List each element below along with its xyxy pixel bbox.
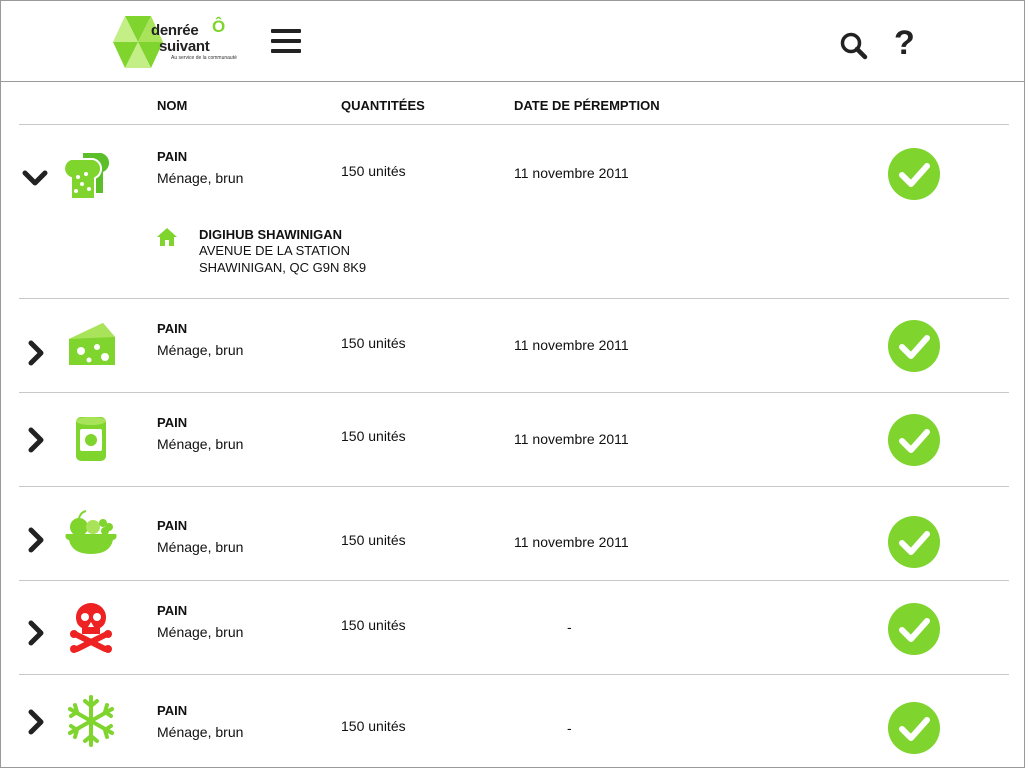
- help-icon[interactable]: ?: [894, 25, 918, 61]
- table-row[interactable]: PAIN Ménage, brun 150 unités 11 novembre…: [1, 487, 1024, 580]
- search-icon[interactable]: [839, 31, 869, 61]
- chevron-right-icon[interactable]: [21, 526, 51, 556]
- top-bar: denrée Ô suivant Au service de la commun…: [1, 1, 1024, 82]
- chevron-right-icon[interactable]: [21, 708, 51, 738]
- bread-icon: [63, 153, 110, 199]
- item-name: PAIN: [157, 149, 188, 164]
- can-icon: [76, 417, 106, 461]
- check-circle-icon[interactable]: [887, 413, 941, 467]
- app-frame: denrée Ô suivant Au service de la commun…: [0, 0, 1025, 768]
- address-name: DIGIHUB SHAWINIGAN: [199, 227, 342, 242]
- item-quantity: 150 unités: [341, 617, 406, 633]
- table-row[interactable]: PAIN Ménage, brun 150 unités 11 novembre…: [1, 125, 1024, 298]
- hamburger-menu-icon[interactable]: [271, 29, 305, 61]
- chevron-right-icon[interactable]: [21, 426, 51, 456]
- item-expiry-date: -: [567, 720, 572, 736]
- item-expiry-date: 11 novembre 2011: [514, 534, 629, 550]
- item-quantity: 150 unités: [341, 532, 406, 548]
- item-description: Ménage, brun: [157, 539, 244, 555]
- item-description: Ménage, brun: [157, 170, 244, 186]
- logo-tagline: Au service de la communauté: [171, 55, 237, 61]
- table-row[interactable]: PAIN Ménage, brun 150 unités -: [1, 581, 1024, 674]
- item-description: Ménage, brun: [157, 624, 244, 640]
- check-circle-icon[interactable]: [887, 147, 941, 201]
- address-city: SHAWINIGAN, QC G9N 8K9: [199, 260, 367, 275]
- check-circle-icon[interactable]: [887, 602, 941, 656]
- column-header-expiry: DATE DE PÉREMPTION: [514, 98, 660, 113]
- skull-crossbones-icon: [70, 603, 112, 653]
- check-circle-icon[interactable]: [887, 701, 941, 755]
- item-description: Ménage, brun: [157, 436, 244, 452]
- snowflake-icon: [68, 695, 114, 747]
- table-row[interactable]: PAIN Ménage, brun 150 unités -: [1, 675, 1024, 767]
- check-circle-icon[interactable]: [887, 319, 941, 373]
- item-description: Ménage, brun: [157, 724, 244, 740]
- chevron-right-icon[interactable]: [21, 339, 51, 369]
- item-expiry-date: -: [567, 619, 572, 635]
- check-circle-icon[interactable]: [887, 515, 941, 569]
- item-quantity: 150 unités: [341, 718, 406, 734]
- cheese-icon: [69, 323, 115, 365]
- chevron-right-icon[interactable]: [21, 619, 51, 649]
- item-quantity: 150 unités: [341, 428, 406, 444]
- logo-text-line2: suivant: [159, 38, 210, 55]
- item-name: PAIN: [157, 703, 188, 718]
- item-name: PAIN: [157, 321, 188, 336]
- column-header-name: NOM: [157, 98, 188, 113]
- home-icon: [157, 228, 177, 246]
- item-name: PAIN: [157, 603, 188, 618]
- item-description: Ménage, brun: [157, 342, 244, 358]
- item-expiry-date: 11 novembre 2011: [514, 431, 629, 447]
- fruit-basket-icon: [65, 510, 117, 554]
- item-expiry-date: 11 novembre 2011: [514, 165, 629, 181]
- item-name: PAIN: [157, 415, 188, 430]
- table-row[interactable]: PAIN Ménage, brun 150 unités 11 novembre…: [1, 393, 1024, 486]
- address-street: AVENUE DE LA STATION: [199, 243, 350, 258]
- item-name: PAIN: [157, 518, 188, 533]
- logo-text-o: Ô: [212, 17, 226, 36]
- chevron-down-icon[interactable]: [21, 163, 51, 193]
- logo-text-line1: denrée: [151, 22, 199, 39]
- item-expiry-date: 11 novembre 2011: [514, 337, 629, 353]
- item-quantity: 150 unités: [341, 335, 406, 351]
- item-quantity: 150 unités: [341, 163, 406, 179]
- column-header-quantity: QUANTITÉES: [341, 98, 425, 113]
- table-row[interactable]: PAIN Ménage, brun 150 unités 11 novembre…: [1, 299, 1024, 392]
- logo[interactable]: denrée Ô suivant Au service de la commun…: [113, 14, 245, 70]
